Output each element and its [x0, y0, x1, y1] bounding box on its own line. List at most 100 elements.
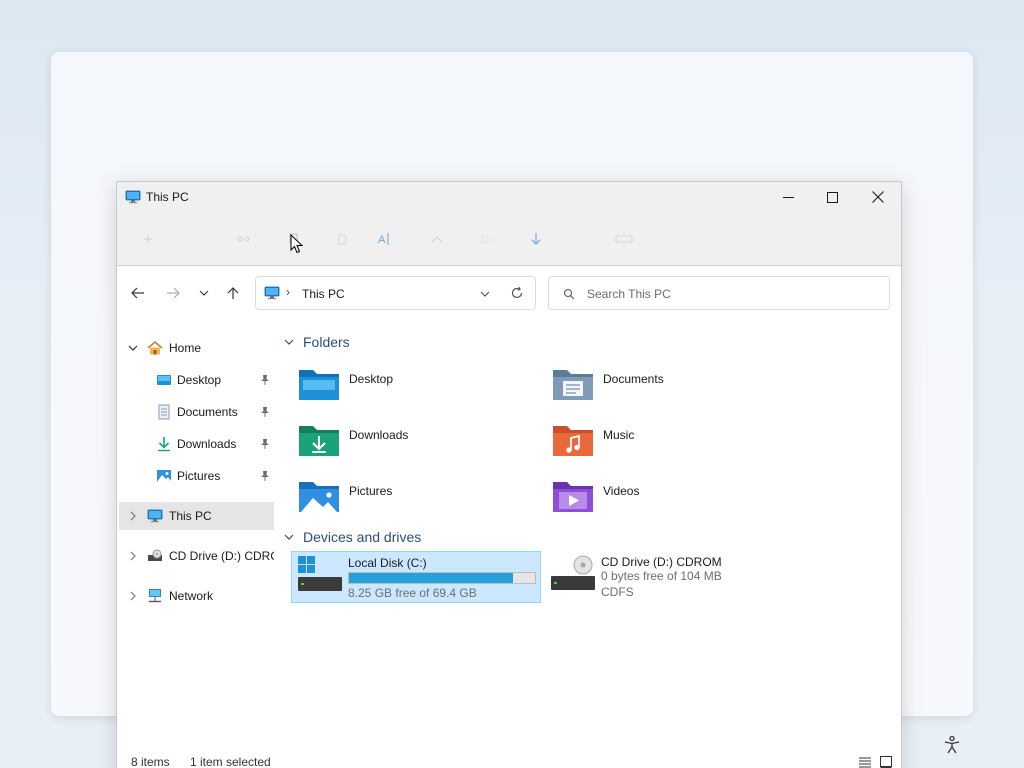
mouse-cursor-icon — [290, 234, 304, 254]
folders-section-header[interactable]: Folders — [283, 334, 350, 350]
drive-filesystem: CDFS — [601, 585, 634, 599]
close-button[interactable] — [855, 182, 901, 212]
item-count: 8 items — [131, 755, 170, 768]
devices-section-header[interactable]: Devices and drives — [283, 529, 421, 545]
drive-usage-bar — [348, 572, 536, 584]
close-icon — [872, 191, 884, 203]
sidebar-item-label: Desktop — [177, 373, 222, 387]
up-arrow-icon — [227, 287, 239, 299]
chevron-right-icon[interactable] — [127, 590, 139, 602]
folder-pictures[interactable]: Pictures — [297, 476, 547, 526]
folder-documents[interactable]: Documents — [551, 364, 801, 414]
folder-label: Music — [603, 428, 635, 442]
pin-icon[interactable] — [259, 470, 271, 482]
sidebar-item-network[interactable]: Network — [119, 582, 274, 610]
accessibility-icon[interactable] — [942, 735, 962, 755]
cd-drive-icon — [148, 549, 162, 561]
window-title: This PC — [146, 190, 189, 204]
address-row: › This PC — [117, 266, 901, 320]
chevron-right-icon[interactable] — [127, 550, 139, 562]
folder-label: Pictures — [349, 484, 393, 498]
folder-videos[interactable]: Videos — [551, 476, 801, 526]
drive-name: CD Drive (D:) CDROM — [601, 555, 722, 569]
address-bar[interactable]: › This PC — [255, 276, 536, 310]
sidebar-item-label: This PC — [169, 509, 212, 523]
sidebar-item-label: Downloads — [177, 437, 237, 451]
cd-drive-icon — [551, 555, 595, 590]
chevron-down-icon[interactable] — [478, 287, 492, 301]
drive-name: Local Disk (C:) — [348, 556, 427, 570]
delete-icon[interactable] — [476, 230, 494, 248]
drive-free-space: 0 bytes free of 104 MB — [601, 569, 722, 583]
content-pane: Folders Desktop Documents Downloads Musi… — [277, 320, 901, 760]
documents-folder-icon — [553, 370, 593, 400]
sidebar-item-home[interactable]: Home — [119, 334, 274, 362]
command-bar: A — [117, 212, 901, 266]
tiles-view-icon[interactable] — [879, 755, 893, 768]
breadcrumb-separator: › — [286, 285, 290, 299]
forward-arrow-icon — [167, 287, 180, 299]
folder-downloads[interactable]: Downloads — [297, 420, 547, 470]
chevron-down-icon — [284, 339, 294, 345]
music-folder-icon — [553, 426, 593, 456]
sidebar-item-documents[interactable]: Documents — [119, 398, 274, 426]
search-input[interactable] — [587, 285, 877, 303]
refresh-icon[interactable] — [510, 286, 524, 300]
pin-icon[interactable] — [259, 438, 271, 450]
desktop-folder-icon — [299, 370, 339, 400]
windows-drive-icon — [298, 556, 342, 591]
pin-icon[interactable] — [259, 374, 271, 386]
sidebar-item-downloads[interactable]: Downloads — [119, 430, 274, 458]
minimize-button[interactable] — [765, 182, 811, 212]
folder-label: Documents — [603, 372, 664, 386]
status-bar: 8 items 1 item selected — [117, 752, 901, 768]
this-pc-icon — [264, 286, 280, 300]
view-icon[interactable] — [615, 230, 633, 248]
pictures-icon — [157, 470, 171, 482]
navigation-pane: Home Desktop Documents Downloads Picture… — [117, 320, 277, 760]
sidebar-item-label: Documents — [177, 405, 238, 419]
chevron-down-icon — [199, 290, 209, 296]
desktop-icon — [157, 375, 171, 385]
drive-free-space: 8.25 GB free of 69.4 GB — [348, 586, 477, 600]
maximize-button[interactable] — [809, 182, 855, 212]
title-bar[interactable]: This PC — [117, 182, 901, 212]
up-button[interactable] — [222, 282, 244, 304]
chevron-down-icon — [284, 534, 294, 540]
new-icon[interactable] — [139, 230, 157, 248]
drive-local-disk-c[interactable]: Local Disk (C:) 8.25 GB free of 69.4 GB — [291, 551, 541, 603]
paste-icon[interactable] — [333, 230, 351, 248]
folder-label: Desktop — [349, 372, 394, 386]
drive-cd-d[interactable]: CD Drive (D:) CDROM 0 bytes free of 104 … — [545, 551, 795, 603]
sidebar-item-this-pc[interactable]: This PC — [119, 502, 274, 530]
folder-music[interactable]: Music — [551, 420, 801, 470]
sidebar-item-cd-drive[interactable]: CD Drive (D:) CDROM — [119, 542, 274, 570]
pictures-folder-icon — [299, 482, 339, 512]
sidebar-item-label: CD Drive (D:) CDROM — [169, 549, 274, 563]
recent-locations-button[interactable] — [193, 282, 215, 304]
documents-icon — [158, 404, 170, 420]
chevron-right-icon[interactable] — [127, 510, 139, 522]
svg-text:A: A — [378, 234, 386, 246]
breadcrumb-this-pc[interactable]: This PC — [302, 287, 345, 301]
details-view-icon[interactable] — [858, 755, 872, 768]
network-icon — [149, 589, 161, 603]
folder-desktop[interactable]: Desktop — [297, 364, 547, 414]
cut-icon[interactable] — [235, 230, 253, 248]
sidebar-item-desktop[interactable]: Desktop — [119, 366, 274, 394]
sidebar-item-pictures[interactable]: Pictures — [119, 462, 274, 490]
sort-icon[interactable] — [527, 230, 545, 248]
folder-label: Downloads — [349, 428, 409, 442]
home-icon — [147, 341, 163, 355]
pin-icon[interactable] — [259, 406, 271, 418]
videos-folder-icon — [553, 482, 593, 512]
search-box[interactable] — [548, 276, 890, 310]
forward-button[interactable] — [162, 282, 184, 304]
chevron-down-icon[interactable] — [127, 342, 139, 354]
file-explorer-window: This PC A › This PC Search This PC Home … — [116, 181, 902, 768]
sidebar-item-label: Network — [169, 589, 214, 603]
back-button[interactable] — [127, 282, 149, 304]
rename-icon[interactable]: A — [376, 230, 394, 248]
folder-label: Videos — [603, 484, 640, 498]
share-icon[interactable] — [428, 230, 446, 248]
